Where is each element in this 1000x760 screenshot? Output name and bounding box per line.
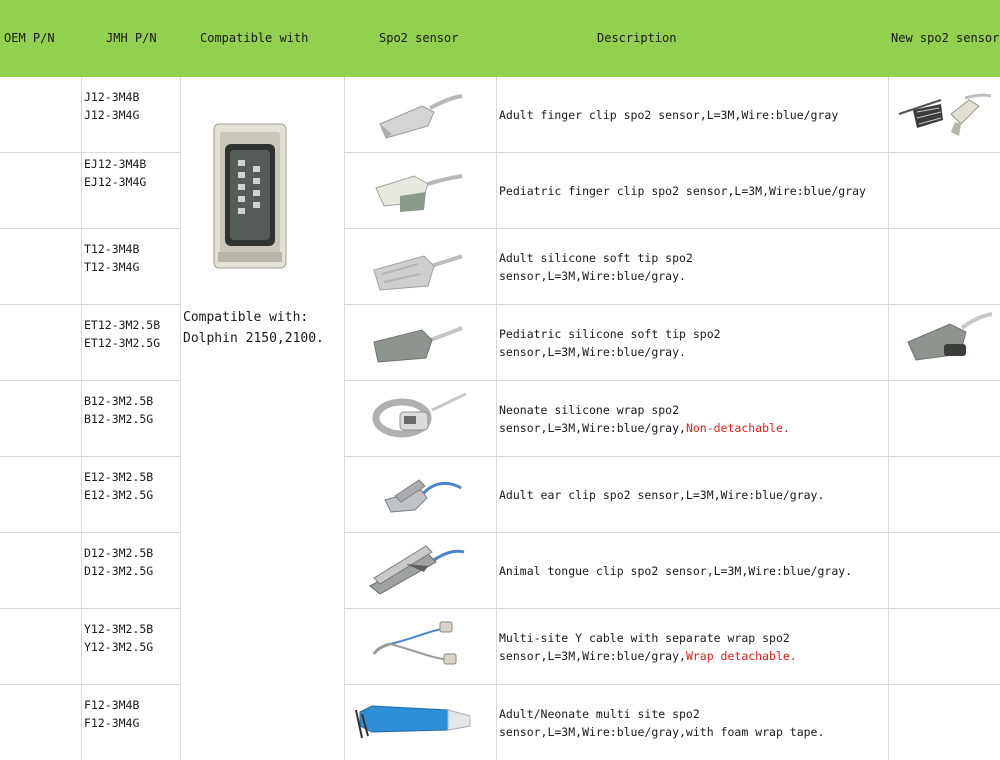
grid-line (344, 608, 1000, 609)
part-number-cell: ET12-3M2.5B ET12-3M2.5G (84, 318, 161, 350)
compatible-text: Compatible with: Dolphin 2150,2100. (183, 310, 324, 346)
header-description: Description (597, 31, 677, 45)
part-number-cell: EJ12-3M4B EJ12-3M4G (84, 157, 147, 189)
description-cell: Pediatric silicone soft tip spo2 sensor,L… (499, 327, 721, 359)
part-number-cell: E12-3M2.5B E12-3M2.5G (84, 470, 154, 502)
header-jmh-pn: JMH P/N (106, 31, 157, 45)
part-number-cell: F12-3M4B F12-3M4G (84, 698, 140, 730)
description-cell: Adult/Neonate multi site spo2 sensor,L=3M… (499, 707, 825, 739)
header-new-sensor: New spo2 sensor (891, 31, 1000, 45)
grid-line (0, 380, 180, 381)
ear-clip-sensor-icon (384, 479, 462, 513)
header-oem-pn: OEM P/N (4, 31, 55, 45)
neonate-wrap-sensor-icon (372, 392, 467, 438)
pediatric-finger-clip-icon (375, 174, 463, 212)
grid-line (0, 456, 180, 457)
part-number-cell: D12-3M2.5B D12-3M2.5G (84, 546, 154, 578)
grid-line (180, 77, 181, 760)
grid-line (0, 608, 180, 609)
grid-line (0, 532, 180, 533)
grid-line (344, 304, 1000, 305)
grid-line (496, 77, 497, 760)
new-soft-tip-sensor-icon (907, 312, 993, 361)
grid-line (344, 228, 1000, 229)
grid-line (0, 684, 180, 685)
finger-clip-sensor-icon (379, 94, 463, 139)
description-cell: Adult finger clip spo2 sensor,L=3M,Wire:… (499, 108, 839, 122)
soft-tip-sensor-icon (373, 254, 463, 291)
new-finger-clip-sensor-icon (898, 93, 992, 136)
grid-line (344, 77, 345, 760)
product-table: OEM P/N JMH P/N Compatible with Spo2 sen… (0, 0, 1000, 760)
description-cell: Adult ear clip spo2 sensor,L=3M,Wire:blu… (499, 488, 825, 502)
grid-line (344, 532, 1000, 533)
grid-line (0, 228, 180, 229)
grid-line (344, 152, 1000, 153)
grid-line (888, 77, 889, 760)
description-cell: Neonate silicone wrap spo2 sensor,L=3M,W… (499, 403, 790, 435)
pediatric-soft-tip-icon (373, 326, 463, 363)
grid-line (0, 152, 180, 153)
grid-line (81, 77, 82, 760)
part-number-cell: B12-3M2.5B B12-3M2.5G (84, 394, 154, 426)
grid-line (344, 380, 1000, 381)
y-cable-sensor-icon (372, 621, 457, 665)
part-number-cell: T12-3M4B T12-3M4G (84, 242, 140, 274)
tongue-clip-sensor-icon (369, 545, 465, 595)
db9-connector-icon (213, 123, 287, 269)
part-number-cell: Y12-3M2.5B Y12-3M2.5G (84, 622, 154, 654)
header-compatible: Compatible with (200, 31, 309, 45)
multi-site-wrap-sensor-icon (355, 705, 471, 739)
part-number-cell: J12-3M4B J12-3M4G (84, 90, 140, 122)
note-text: Non-detachable. (685, 421, 790, 435)
description-cell: Adult silicone soft tip spo2 sensor,L=3M,… (499, 251, 693, 283)
grid-line (344, 456, 1000, 457)
description-cell: Animal tongue clip spo2 sensor,L=3M,Wire… (499, 564, 853, 578)
note-text: Wrap detachable. (685, 649, 797, 663)
grid-line (344, 684, 1000, 685)
header-spo2-sensor: Spo2 sensor (379, 31, 459, 45)
grid-line (0, 304, 180, 305)
description-cell: Multi-site Y cable with separate wrap sp… (499, 631, 797, 663)
description-cell: Pediatric finger clip spo2 sensor,L=3M,W… (499, 184, 866, 198)
